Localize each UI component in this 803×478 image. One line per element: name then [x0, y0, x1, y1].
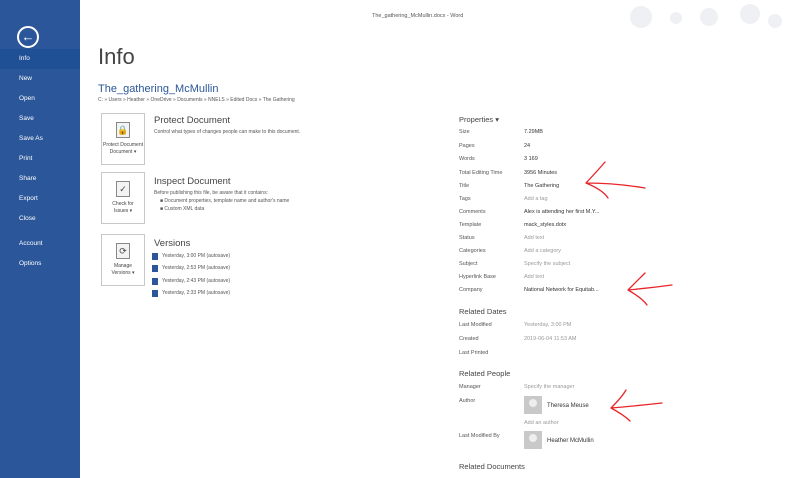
annotation-arrow-title — [585, 161, 646, 199]
annotation-arrow-author — [610, 389, 663, 422]
annotation-arrows — [585, 161, 673, 422]
annotation-arrow-company — [627, 272, 673, 306]
